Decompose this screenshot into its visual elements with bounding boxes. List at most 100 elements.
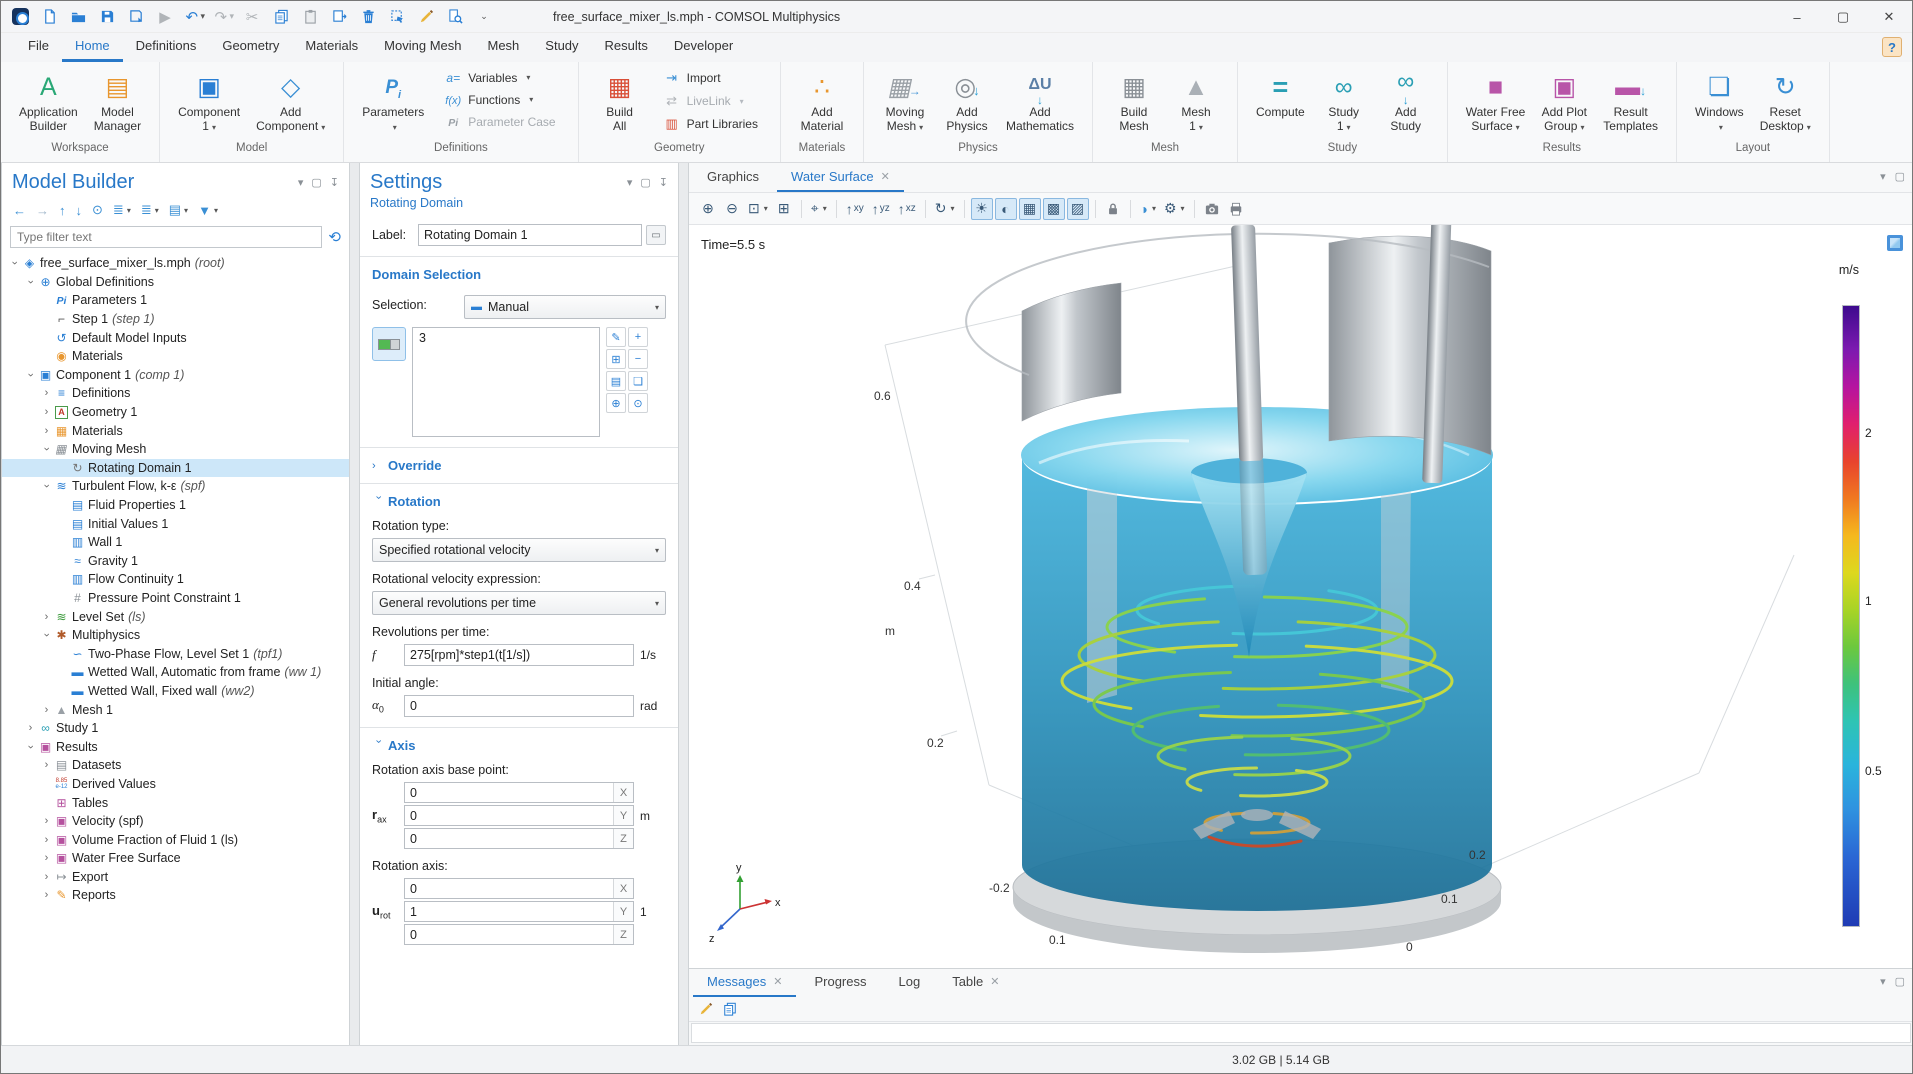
delete-icon[interactable] <box>357 6 379 28</box>
minimize-button[interactable]: – <box>1774 1 1820 33</box>
menu-tab-geometry[interactable]: Geometry <box>209 33 292 62</box>
selection-list[interactable]: 3 <box>412 327 600 437</box>
windows-button[interactable]: ❏ Windows ▾ <box>1687 67 1752 137</box>
menu-tab-materials[interactable]: Materials <box>292 33 371 62</box>
tree-item-geometry-1[interactable]: ›A Geometry 1 <box>2 403 349 422</box>
tree-item-materials[interactable]: ›◉ Materials <box>2 347 349 366</box>
float-panel-icon[interactable]: ▢ <box>1895 170 1905 183</box>
tree-item-free-surface-mixer-ls-mph[interactable]: ›◈ free_surface_mixer_ls.mph(root) <box>2 254 349 273</box>
selection-colors-icon[interactable]: ▨ <box>1067 198 1089 220</box>
collapse-arrow-icon[interactable]: › <box>41 443 53 456</box>
override-header[interactable]: Override <box>388 458 441 473</box>
view-xz-icon[interactable]: ↑xz <box>895 198 919 220</box>
tree-item-pressure-point-constraint-1[interactable]: ›# Pressure Point Constraint 1 <box>2 589 349 608</box>
compute-button[interactable]: = Compute <box>1248 67 1313 135</box>
copy-icon[interactable] <box>270 6 292 28</box>
collapse-arrow-icon[interactable]: › <box>25 275 37 288</box>
collapse-all-icon[interactable]: ≣▾ <box>138 200 162 220</box>
part-libraries-button[interactable]: ▥Part Libraries <box>657 114 764 134</box>
expand-arrow-icon[interactable]: › <box>24 722 37 734</box>
tree-item-materials[interactable]: ›▦ Materials <box>2 421 349 440</box>
redo-icon[interactable]: ↷▾ <box>212 6 234 28</box>
collapse-arrow-icon[interactable]: › <box>41 629 53 642</box>
refresh-icon[interactable]: ⟲ <box>328 228 341 246</box>
build-mesh-button[interactable]: ▦ Build Mesh <box>1103 67 1165 135</box>
close-icon[interactable]: ✕ <box>881 170 890 183</box>
new-file-icon[interactable] <box>38 6 60 28</box>
collapse-arrow-icon[interactable]: › <box>9 257 21 270</box>
menu-tab-results[interactable]: Results <box>592 33 661 62</box>
plot-settings-icon[interactable] <box>1887 235 1903 251</box>
lock-icon[interactable] <box>1102 198 1124 220</box>
tree-item-results[interactable]: ›▣ Results <box>2 737 349 756</box>
tree-item-reports[interactable]: ›✎ Reports <box>2 886 349 905</box>
expand-arrow-icon[interactable]: › <box>40 889 53 901</box>
maximize-button[interactable]: ▢ <box>1820 1 1866 33</box>
tree-item-datasets[interactable]: ›▤ Datasets <box>2 756 349 775</box>
help-button[interactable]: ? <box>1882 37 1902 57</box>
collapse-arrow-icon[interactable]: › <box>25 740 37 753</box>
show-grid-icon[interactable]: ▦ <box>1019 198 1041 220</box>
panel-menu-icon[interactable]: ▾ <box>1880 170 1886 183</box>
view-xy-icon[interactable]: ↑xy <box>843 198 867 220</box>
tree-item-definitions[interactable]: ›≡ Definitions <box>2 384 349 403</box>
moving-mesh-button[interactable]: ▦→ Moving Mesh▾ <box>874 67 936 137</box>
move-down-icon[interactable]: ↓ <box>73 201 86 220</box>
livelink-button[interactable]: ⇄LiveLink▾ <box>657 91 764 111</box>
snapshot-icon[interactable] <box>1201 198 1223 220</box>
view-yz-icon[interactable]: ↑yz <box>869 198 893 220</box>
tab-messages[interactable]: Messages✕ <box>693 969 796 997</box>
rotation-axis-z-input[interactable] <box>404 924 634 945</box>
expand-arrow-icon[interactable]: › <box>40 704 53 716</box>
tree-item-global-definitions[interactable]: ›⊕ Global Definitions <box>2 273 349 292</box>
tab-table[interactable]: Table✕ <box>938 969 1013 997</box>
rotation-axis-x-input[interactable] <box>404 878 634 899</box>
expand-arrow-icon[interactable]: › <box>40 759 53 771</box>
save-as-icon[interactable] <box>125 6 147 28</box>
tree-item-mesh-1[interactable]: ›▲ Mesh 1 <box>2 700 349 719</box>
tree-item-wetted-wall-fixed-wall[interactable]: ›▬ Wetted Wall, Fixed wall(ww2) <box>2 682 349 701</box>
move-up-icon[interactable]: ↑ <box>56 201 69 220</box>
tree-item-wall-1[interactable]: ›▥ Wall 1 <box>2 533 349 552</box>
panel-menu-icon[interactable]: ▾ <box>298 176 304 189</box>
copy-selection-icon[interactable]: ⊞ <box>606 349 626 369</box>
copy-icon[interactable]: ❏ <box>628 371 648 391</box>
tree-item-study-1[interactable]: ›∞ Study 1 <box>2 719 349 738</box>
tab-graphics[interactable]: Graphics <box>693 164 773 192</box>
3d-plot[interactable]: y x z <box>689 225 1913 968</box>
menu-tab-file[interactable]: File <box>15 33 62 62</box>
rotation-header[interactable]: Rotation <box>388 494 441 509</box>
menu-tab-study[interactable]: Study <box>532 33 591 62</box>
base-point-z-input[interactable] <box>404 828 634 849</box>
expand-arrow-icon[interactable]: › <box>40 611 53 623</box>
application-builder-button[interactable]: A Application Builder <box>11 67 86 135</box>
revolutions-input[interactable] <box>404 644 634 666</box>
base-point-x-input[interactable] <box>404 782 634 803</box>
panel-menu-icon[interactable]: ▾ <box>1880 975 1886 988</box>
menu-tab-home[interactable]: Home <box>62 33 123 62</box>
pin-panel-icon[interactable]: ↧ <box>330 176 339 189</box>
selection-list-item[interactable]: 3 <box>419 331 593 345</box>
doc-search-icon[interactable] <box>444 6 466 28</box>
water-free-surface-button[interactable]: ■ Water Free Surface▾ <box>1458 67 1534 137</box>
rotation-type-dropdown[interactable]: Specified rotational velocity ▾ <box>372 538 666 562</box>
rename-icon[interactable]: ▭ <box>646 225 666 245</box>
expand-arrow-icon[interactable]: › <box>40 406 53 418</box>
tree-item-tables[interactable]: ›⊞ Tables <box>2 793 349 812</box>
collapse-arrow-icon[interactable]: › <box>41 480 53 493</box>
study-1-button[interactable]: ∞ Study 1▾ <box>1313 67 1375 137</box>
pin-panel-icon[interactable]: ↧ <box>659 176 668 189</box>
paste-selection-icon[interactable]: ▤ <box>606 371 626 391</box>
scene-light-icon[interactable]: ☀ <box>971 198 993 220</box>
filter-icon[interactable]: ▼▾ <box>195 201 221 220</box>
box-select-icon[interactable] <box>386 6 408 28</box>
label-input[interactable] <box>418 224 642 246</box>
app-logo-icon[interactable] <box>9 6 31 28</box>
menu-tab-definitions[interactable]: Definitions <box>123 33 210 62</box>
float-panel-icon[interactable]: ▢ <box>311 176 321 189</box>
active-toggle-button[interactable] <box>372 327 406 361</box>
tree-item-parameters-1[interactable]: ›Pi Parameters 1 <box>2 291 349 310</box>
expand-arrow-icon[interactable]: › <box>372 460 388 472</box>
tree-item-step-1[interactable]: ›⌐ Step 1(step 1) <box>2 310 349 329</box>
environment-settings-icon[interactable]: ⚙▾ <box>1161 198 1188 220</box>
